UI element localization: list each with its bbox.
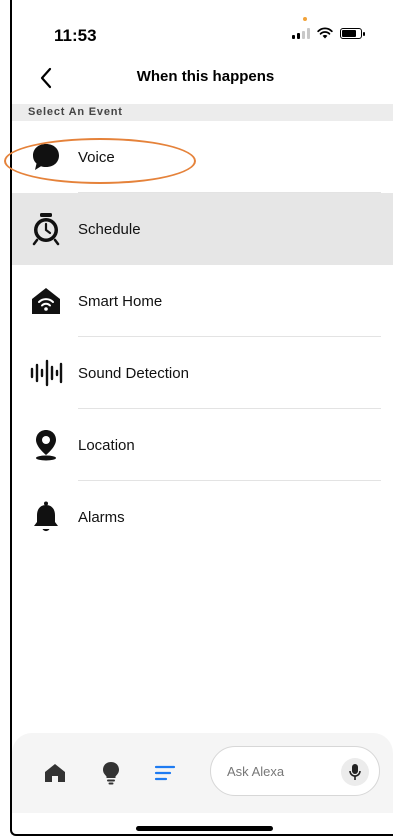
event-label: Voice (78, 148, 115, 166)
page-title: When this happens (136, 68, 275, 85)
wifi-icon (317, 27, 333, 39)
header: When this happens (12, 60, 393, 100)
ask-alexa-input[interactable]: Ask Alexa (210, 746, 380, 796)
microphone-icon[interactable] (341, 758, 369, 786)
more-list-icon[interactable] (152, 760, 178, 786)
alarm-clock-icon (28, 211, 64, 247)
location-pin-icon (28, 427, 64, 463)
status-icons (292, 27, 365, 39)
bottom-nav-bar: Ask Alexa (12, 733, 393, 813)
smart-home-icon (28, 283, 64, 319)
section-label: Select An Event (12, 104, 393, 121)
speech-bubble-icon (28, 139, 64, 175)
event-item-alarms[interactable]: Alarms (12, 481, 393, 553)
event-item-voice[interactable]: Voice (12, 121, 393, 193)
status-bar: 11:53 (12, 0, 393, 60)
event-label: Location (78, 436, 135, 454)
event-label: Alarms (78, 508, 125, 526)
event-item-sound-detection[interactable]: Sound Detection (12, 337, 393, 409)
battery-icon (340, 27, 365, 39)
ask-alexa-placeholder: Ask Alexa (227, 763, 285, 779)
event-label: Sound Detection (78, 364, 189, 382)
sound-wave-icon (28, 355, 64, 391)
status-time: 11:53 (54, 26, 97, 45)
event-label: Smart Home (78, 292, 163, 310)
lightbulb-icon[interactable] (98, 760, 124, 786)
event-item-location[interactable]: Location (12, 409, 393, 481)
home-icon[interactable] (42, 760, 68, 786)
event-label: Schedule (78, 220, 141, 238)
home-indicator (136, 826, 273, 831)
event-item-schedule[interactable]: Schedule (12, 193, 393, 265)
event-item-smart-home[interactable]: Smart Home (12, 265, 393, 337)
signal-icon (292, 27, 310, 39)
privacy-indicator-dot (303, 17, 307, 21)
event-list: Voice Schedule Smart Home Sound Detectio… (12, 121, 393, 553)
bell-icon (28, 499, 64, 535)
